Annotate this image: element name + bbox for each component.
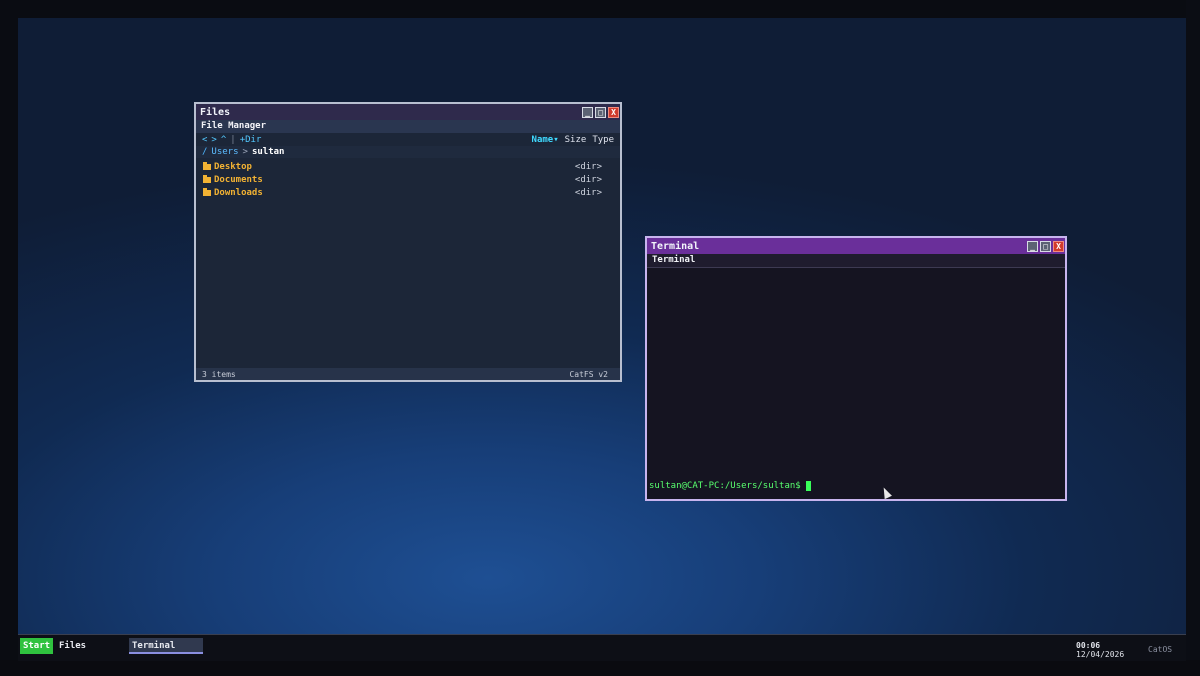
breadcrumb: / Users > sultan <box>196 146 620 158</box>
file-type: <dir> <box>574 187 602 198</box>
forward-button[interactable]: > <box>211 135 216 145</box>
clock-date: 12/04/2026 <box>1076 650 1125 659</box>
sort-type-button[interactable]: Type <box>592 135 614 145</box>
taskbar-item-files[interactable]: Files <box>56 638 126 654</box>
item-count: 3 items <box>202 369 236 379</box>
file-name: Documents <box>214 174 263 185</box>
terminal-output[interactable]: sultan@CAT-PC:/Users/sultan$ <box>647 268 1065 501</box>
terminal-window-title: Terminal <box>651 240 700 252</box>
files-window-title: Files <box>200 106 231 118</box>
list-item[interactable]: Desktop <dir> <box>196 160 620 173</box>
chevron-right-icon: > <box>242 147 248 157</box>
breadcrumb-users[interactable]: Users <box>211 147 238 157</box>
clock-time: 00:06 <box>1076 641 1101 650</box>
file-list: Desktop <dir> Documents <dir> Downloads … <box>196 158 620 199</box>
terminal-window: Terminal _ □ X Terminal sultan@CAT-PC:/U… <box>645 236 1067 501</box>
terminal-window-controls: _ □ X <box>1027 240 1065 252</box>
files-window-controls: _ □ X <box>582 106 620 118</box>
files-statusbar: 3 items CatFS v2 <box>196 368 620 380</box>
files-titlebar[interactable]: Files _ □ X <box>196 104 620 120</box>
start-button[interactable]: Start <box>20 638 53 654</box>
back-button[interactable]: < <box>202 135 207 145</box>
clock: 00:06 12/04/2026 <box>1076 641 1124 659</box>
text-cursor <box>805 481 811 491</box>
breadcrumb-current: sultan <box>251 147 285 157</box>
breadcrumb-root[interactable]: / <box>202 147 207 157</box>
file-name: Downloads <box>214 187 263 198</box>
close-button[interactable]: X <box>1053 240 1064 252</box>
up-button[interactable]: ^ <box>221 135 226 145</box>
folder-icon <box>203 175 211 183</box>
file-type: <dir> <box>574 174 602 185</box>
terminal-titlebar[interactable]: Terminal _ □ X <box>647 238 1065 254</box>
folder-icon <box>203 188 211 196</box>
monitor-bezel-right <box>1186 0 1200 676</box>
prompt-text: sultan@CAT-PC:/Users/sultan$ <box>649 481 801 491</box>
file-type: <dir> <box>574 161 602 172</box>
fs-version: CatFS v2 <box>569 369 608 379</box>
files-window: Files _ □ X File Manager < > ^ | +Dir Na… <box>194 102 622 382</box>
file-name: Desktop <box>214 161 252 172</box>
maximize-button[interactable]: □ <box>1040 240 1051 252</box>
taskbar-item-terminal[interactable]: Terminal <box>129 638 203 654</box>
nav-buttons: < > ^ | +Dir <box>202 135 261 145</box>
terminal-header: Terminal <box>647 254 1065 268</box>
minimize-button[interactable]: _ <box>582 106 593 118</box>
sort-size-button[interactable]: Size <box>565 135 587 145</box>
sort-name-button[interactable]: Name▾ <box>532 135 559 145</box>
close-button[interactable]: X <box>608 106 619 118</box>
taskbar: Start Files Terminal 00:06 12/04/2026 Ca… <box>18 634 1186 661</box>
list-item[interactable]: Downloads <dir> <box>196 186 620 199</box>
terminal-prompt[interactable]: sultan@CAT-PC:/Users/sultan$ <box>649 481 811 491</box>
monitor-bezel-bottom <box>0 660 1200 676</box>
folder-icon <box>203 162 211 170</box>
maximize-button[interactable]: □ <box>595 106 606 118</box>
new-dir-button[interactable]: +Dir <box>240 135 262 145</box>
file-manager-header: File Manager <box>196 120 620 133</box>
toolbar-separator: | <box>230 134 236 145</box>
os-name: CatOS <box>1148 645 1173 654</box>
column-headers: Name▾ Size Type <box>532 135 614 145</box>
minimize-button[interactable]: _ <box>1027 240 1038 252</box>
list-item[interactable]: Documents <dir> <box>196 173 620 186</box>
file-toolbar: < > ^ | +Dir Name▾ Size Type <box>196 133 620 146</box>
